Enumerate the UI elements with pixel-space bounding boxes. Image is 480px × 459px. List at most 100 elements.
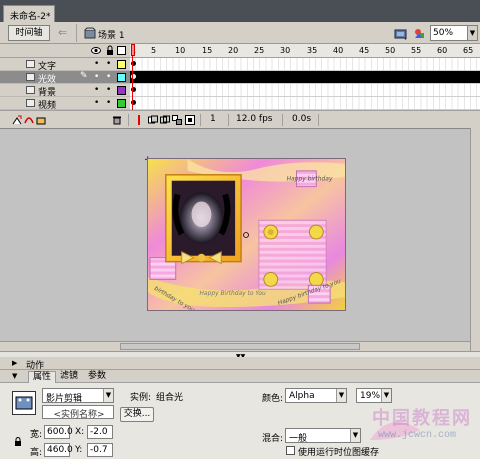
frame-row-text[interactable]	[130, 58, 480, 71]
back-arrow-icon[interactable]: ⇐	[58, 25, 72, 41]
lock-icon[interactable]	[14, 437, 22, 447]
lock-dot[interactable]: •	[106, 60, 111, 69]
elapsed-time: 0.0s	[292, 114, 312, 124]
y-label: Y:	[75, 445, 83, 455]
frame-ruler[interactable]: 1 5 10 15 20 25 30 35 40 45 50 55 60 65	[130, 44, 480, 58]
scene-label[interactable]: 场景 1	[98, 28, 125, 41]
layer-color-swatch[interactable]	[117, 86, 126, 95]
trash-icon[interactable]	[112, 115, 122, 125]
center-frame-icon[interactable]	[134, 115, 144, 125]
ruler-number: 55	[411, 46, 422, 55]
layer-row-glow[interactable]: 光效 ✎ • •	[0, 71, 130, 85]
chevron-down-icon[interactable]: ▼	[467, 26, 477, 40]
width-label: 宽:	[30, 430, 43, 440]
color-effect-dropdown[interactable]: Alpha ▼	[285, 388, 347, 403]
stage-vertical-scrollbar[interactable]	[470, 128, 480, 351]
collapse-arrow-icon[interactable]: ▼	[12, 372, 17, 380]
ruler-number: 20	[228, 46, 239, 55]
zoom-dropdown[interactable]: 50% ▼	[430, 25, 478, 41]
properties-panel-header: ▼ 属性 滤镜 参数	[0, 370, 480, 383]
stage-area[interactable]: + Happy birthday birthday to you Happy B…	[0, 128, 480, 350]
ruler-number: 15	[202, 46, 213, 55]
frame-row-video[interactable]	[130, 97, 480, 110]
eye-icon[interactable]	[91, 46, 101, 55]
onion-skin-icon[interactable]	[148, 115, 158, 125]
lock-icon[interactable]	[106, 45, 114, 56]
tab-parameters[interactable]: 参数	[84, 371, 110, 383]
ruler-number: 50	[385, 46, 396, 55]
layer-row-video[interactable]: 视频 • •	[0, 97, 130, 111]
footer-divider	[200, 114, 201, 126]
watermark-site-name: 中国教程网	[372, 408, 472, 429]
actions-panel-header[interactable]: ▶ 动作	[0, 357, 480, 371]
layer-row-background[interactable]: 背景 • •	[0, 84, 130, 98]
birthday-card-artwork[interactable]: Happy birthday birthday to you Happy Bir…	[147, 158, 346, 311]
pencil-icon: ✎	[80, 71, 88, 81]
ruler-number: 10	[175, 46, 186, 55]
lock-dot[interactable]: •	[106, 73, 111, 82]
frame-row-background[interactable]	[130, 84, 480, 97]
ruler-number: 35	[307, 46, 318, 55]
bitmap-cache-checkbox[interactable]	[286, 446, 295, 455]
insert-folder-icon[interactable]	[36, 115, 46, 125]
watermark-site-url: www.jcwcn.com	[378, 430, 457, 441]
chevron-down-icon[interactable]: ▼	[103, 389, 113, 402]
expand-arrow-icon[interactable]: ▶	[12, 359, 17, 367]
chevron-down-icon[interactable]: ▼	[350, 429, 360, 442]
happy-birthday-top-text: Happy birthday	[287, 176, 333, 183]
visibility-dot[interactable]: •	[94, 99, 99, 108]
height-field[interactable]: 460.0	[44, 443, 73, 457]
visibility-dot[interactable]: •	[94, 86, 99, 95]
playhead-handle[interactable]	[131, 44, 135, 56]
height-label: 高:	[30, 448, 43, 458]
outline-toggle-icon[interactable]	[117, 46, 126, 55]
frame-row-glow[interactable]	[130, 71, 480, 84]
x-field[interactable]: -2.0	[87, 425, 113, 439]
stage-horizontal-scrollbar[interactable]	[0, 341, 470, 351]
layer-row-text[interactable]: 文字 • •	[0, 58, 130, 72]
playhead[interactable]	[131, 44, 135, 110]
width-field[interactable]: 600.0	[44, 425, 73, 439]
y-field[interactable]: -0.7	[87, 443, 113, 457]
movie-clip-icon	[12, 391, 36, 415]
ruler-number: 40	[333, 46, 344, 55]
symbol-type-value: 影片剪辑	[46, 394, 83, 404]
chevron-down-icon[interactable]: ▼	[336, 389, 346, 402]
document-tab[interactable]: 未命名-2*	[3, 5, 55, 22]
ruler-number: 5	[151, 46, 157, 55]
instance-label: 实例:	[130, 393, 152, 403]
onion-outline-icon[interactable]	[160, 115, 170, 125]
layer-icon	[26, 60, 35, 68]
layer-color-swatch[interactable]	[117, 99, 126, 108]
ruler-number: 65	[463, 46, 474, 55]
edit-scene-icon[interactable]	[394, 27, 408, 40]
swap-button[interactable]: 交换...	[120, 407, 154, 422]
blend-label: 混合:	[262, 434, 284, 444]
blend-mode-dropdown[interactable]: 一般 ▼	[285, 428, 361, 444]
frame-rate[interactable]: 12.0 fps	[236, 114, 272, 126]
instance-name-input[interactable]: <实例名称>	[42, 405, 114, 420]
symbol-type-dropdown[interactable]: 影片剪辑 ▼	[42, 388, 114, 404]
motion-guide-icon[interactable]	[24, 115, 34, 125]
ruler-number: 25	[254, 46, 265, 55]
edit-multiple-frames-icon[interactable]	[172, 115, 182, 125]
layer-header	[0, 44, 130, 58]
insert-layer-icon[interactable]	[12, 115, 22, 125]
timeline-toggle-button[interactable]: 时间轴	[8, 25, 50, 41]
tab-filters[interactable]: 滤镜	[56, 371, 82, 383]
visibility-dot[interactable]: •	[94, 73, 99, 82]
timeline-panel: 1 5 10 15 20 25 30 35 40 45 50 55 60 65 …	[0, 44, 480, 128]
layer-icon	[26, 86, 35, 94]
tab-properties[interactable]: 属性	[28, 371, 57, 383]
visibility-dot[interactable]: •	[94, 60, 99, 69]
lock-dot[interactable]: •	[106, 86, 111, 95]
ruler-number: 60	[437, 46, 448, 55]
ruler-number: 45	[359, 46, 370, 55]
layer-color-swatch[interactable]	[117, 60, 126, 69]
scrollbar-thumb[interactable]	[120, 343, 360, 350]
modify-onion-markers-icon[interactable]	[185, 115, 195, 125]
footer-divider	[282, 114, 283, 126]
edit-symbols-icon[interactable]	[413, 27, 427, 40]
lock-dot[interactable]: •	[106, 99, 111, 108]
layer-color-swatch[interactable]	[117, 73, 126, 82]
